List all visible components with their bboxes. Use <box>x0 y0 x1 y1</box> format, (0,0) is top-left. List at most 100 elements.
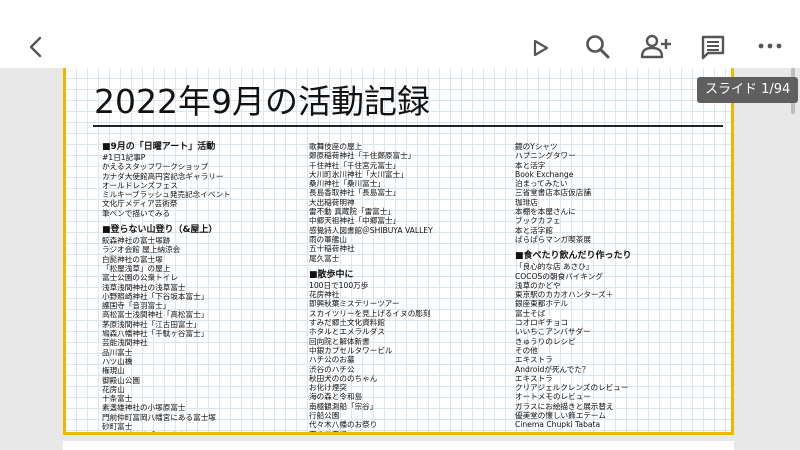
list-item: 白髭神社の富士塚 <box>102 254 163 264</box>
list-item: 小野照崎神社「下谷坂本富士」 <box>102 291 209 301</box>
list-item: Book Exchange <box>515 169 574 179</box>
list-item: 珈琲店 <box>515 197 538 207</box>
list-item: 鏡のYシャツ <box>515 142 558 151</box>
section-heading: ■食べたり飲んだり作ったり <box>515 251 632 262</box>
more-icon[interactable] <box>758 42 782 50</box>
list-item: ガラスにお絵描きと展示替え <box>515 401 614 411</box>
list-item: ホタルとエメラルダス <box>309 327 385 337</box>
list-item: 茅原浅間神社「江古田富士」 <box>102 319 201 329</box>
slide-column-1: ■9月の「日曜アート」活動 #1日1記事P かえるスタッフワークショップ カナダ大使館… <box>102 142 231 432</box>
list-item: Cinema Chupki Tabata <box>515 420 601 430</box>
list-item: Androidが死んでた？ <box>515 364 590 374</box>
list-item: 大出稲荷明神 <box>309 197 355 207</box>
list-item: オートメモのレビュー <box>515 392 591 402</box>
play-icon[interactable] <box>531 38 551 58</box>
list-item: 雷不動 真蔵院「雷富士」 <box>309 207 395 217</box>
list-item: 行船公園 <box>309 411 340 421</box>
list-item: 本棚を本屋さんに <box>515 207 576 217</box>
list-item: カナダ大使館高円宮記念ギャラリー <box>102 171 224 181</box>
top-toolbar <box>0 0 800 68</box>
list-item: 雨の幽霊坂 <box>309 429 347 435</box>
list-item: ハツ山橋 <box>102 356 133 366</box>
list-item: オールドレンズフェス <box>102 180 178 190</box>
list-item: 芸能浅間神社 <box>102 338 148 348</box>
list-item: 「松屋浅草」の屋上 <box>102 263 171 273</box>
list-item: 浅草浅間神社の浅草富士 <box>102 282 186 292</box>
list-item: 本と活字館 <box>515 225 553 235</box>
list-item: #1日1記事P <box>102 153 146 162</box>
list-item: 長島香取神社「長島富士」 <box>309 188 401 198</box>
list-item: スカイツリーを見上げるイヌの彫刻 <box>309 308 431 318</box>
list-item: エキストラ <box>515 373 553 383</box>
list-item: 文化庁メディア芸術祭 <box>102 199 178 209</box>
list-item: 五十稲荷神社 <box>309 244 355 254</box>
list-item: ラジオ会館 屋上納涼会 <box>102 245 181 255</box>
add-person-icon[interactable] <box>640 33 672 59</box>
list-item: ぱらぱらマンガ喫茶展 <box>515 234 591 244</box>
list-item: その他 <box>515 345 538 355</box>
list-item: 銀座東都ホテル <box>515 299 569 309</box>
list-item: 雨の軍艦山 <box>309 234 347 244</box>
list-item: 鄭原稲荷神社「千住鄭原富士」 <box>309 151 416 161</box>
list-item: 優美堂の懐しい飾エテーム <box>515 411 606 421</box>
slide-column-2: 歌舞伎座の屋上 鄭原稲荷神社「千住鄭原富士」 千住神社「千住宮元富士」 大川町氷川神社… <box>309 142 433 435</box>
list-item: 御殿山公園 <box>102 375 140 385</box>
list-item: 三省堂書店本店仮店舗 <box>515 188 591 198</box>
section-heading: ■散歩中に <box>309 269 354 280</box>
list-item: 中郷天祖神社「中郷富士」 <box>309 216 401 226</box>
list-item: 100日で100万歩 <box>309 280 369 290</box>
list-item: 砂町富士 <box>102 422 133 432</box>
slide-canvas[interactable]: 2022年9月の活動記録 ■9月の「日曜アート」活動 #1日1記事P かえるスタッフ… <box>0 68 800 450</box>
list-item: 秋田犬のののちゃん <box>309 373 378 383</box>
list-item: 海の森と令和島 <box>309 392 363 402</box>
list-item: 富士そば <box>515 308 546 318</box>
list-item: 歌舞伎座の屋上 <box>309 142 363 151</box>
slide-2-thumbnail[interactable] <box>63 441 734 450</box>
list-item: 高松富士浅間神社「高松富士」 <box>102 310 209 320</box>
section-heading: ■登らない山登り（&屋上） <box>102 225 218 236</box>
slide-counter-badge: スライド 1/94 <box>697 77 799 103</box>
section-heading: ■9月の「日曜アート」活動 <box>102 142 216 152</box>
list-item: 本と活字 <box>515 160 546 170</box>
list-item: 富士公園の公衆トイレ <box>102 273 178 283</box>
list-item: 花房山 <box>102 384 125 394</box>
list-item: 渋谷のハチ公 <box>309 364 355 374</box>
list-item: 尾久富士 <box>309 253 340 263</box>
list-item: クリアジェルクレンズのレビュー <box>515 383 629 393</box>
search-icon[interactable] <box>585 34 611 60</box>
list-item: いいちこアンバサダー <box>515 327 591 337</box>
list-item: 鮫森神社の富士塚跡 <box>102 236 171 246</box>
list-item: 素盞雄神社の小塚原富士 <box>102 403 186 413</box>
list-item: 門前仲町富岡八幡宮にある富士塚 <box>102 412 216 422</box>
list-item: ハチ公のお墓 <box>309 355 355 365</box>
list-item: 大川町氷川神社「大川富士」 <box>309 169 408 179</box>
slide-title: 2022年9月の活動記録 <box>94 82 430 121</box>
list-item: 浅草のかどや <box>515 280 561 290</box>
list-item: 回向院と解体新書 <box>309 336 370 346</box>
list-item: 小丹八幡神社「小丹富士」 <box>102 431 231 432</box>
list-item: すみだ郷土文化資料館 <box>309 318 385 328</box>
list-item: 千住神社「千住宮元富士」 <box>309 160 401 170</box>
comment-icon[interactable] <box>700 34 726 60</box>
list-item: 筆ペンで描いてみる <box>102 208 171 218</box>
title-divider <box>93 125 723 127</box>
list-item: 感覺詩人図書館＠SHIBUYA VALLEY <box>309 225 433 235</box>
list-item: 鳩森八幡神社「千駄ヶ谷富士」 <box>102 329 209 339</box>
list-item: エキストラ <box>515 355 553 365</box>
list-item: 中銀カプセルタワービル <box>309 345 393 355</box>
list-item: 即興秋葉ミステリーツアー <box>309 299 400 309</box>
list-item: 代々木八幡のお祭り <box>309 420 378 430</box>
list-item: 「良心的な店 あさひ」 <box>515 262 594 272</box>
list-item: コオロギチョコ <box>515 318 569 328</box>
list-item: きゅうりのレシピ <box>515 336 576 346</box>
list-item: 品川富士 <box>102 347 133 357</box>
list-item: ブックカフェ <box>515 216 561 226</box>
slide-column-3: 鏡のYシャツ ハプニングタワー 本と活字 Book Exchange 泊まってみたい 三省… <box>515 142 632 430</box>
list-item: 権現山 <box>102 366 125 376</box>
slide-1[interactable]: 2022年9月の活動記録 ■9月の「日曜アート」活動 #1日1記事P かえるスタッフ… <box>63 68 734 435</box>
back-arrow-icon[interactable] <box>26 35 46 59</box>
list-item: 南極観測船「宗谷」 <box>309 401 378 411</box>
list-item: COCOSの朝食バイキング <box>515 271 603 281</box>
list-item: かえるスタッフワークショップ <box>102 162 209 172</box>
